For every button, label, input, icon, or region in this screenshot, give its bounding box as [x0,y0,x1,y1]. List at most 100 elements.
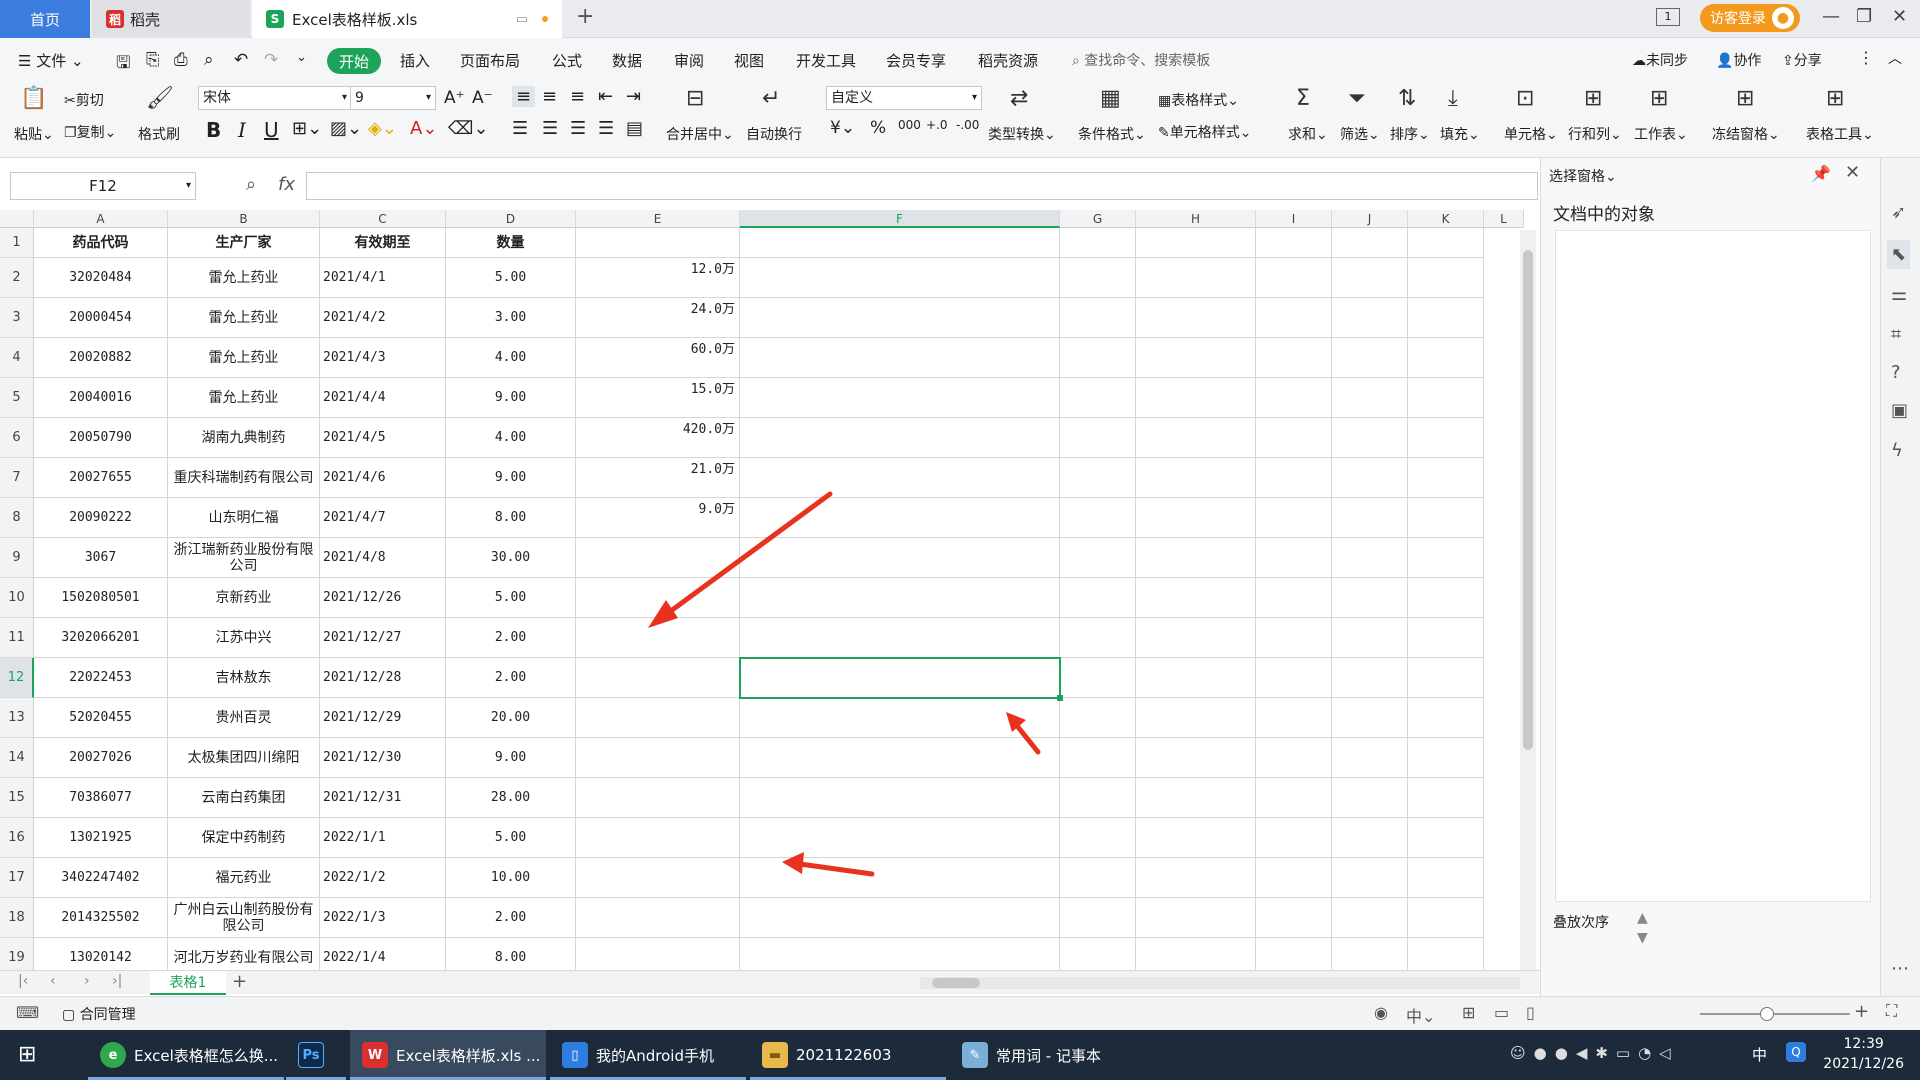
more-options-icon[interactable]: ⋯ [1891,958,1909,979]
clear-format-icon[interactable]: ⌫⌄ [448,118,489,139]
table-cell[interactable]: 9.0万 [576,498,740,538]
zoom-formula-icon[interactable]: ⌕ [246,174,256,195]
ime-indicator[interactable]: 中 [1752,1044,1767,1065]
table-tools-icon[interactable]: ⊞ [1826,86,1844,111]
column-header-b[interactable]: B [168,210,320,228]
table-cell[interactable]: 9.00 [446,378,576,418]
table-cell[interactable]: 2021/4/5 [320,418,446,458]
first-sheet-icon[interactable]: |‹ [18,973,28,989]
table-cell[interactable]: 20027026 [34,738,168,778]
copy-button[interactable]: ❐复制⌄ [64,122,116,142]
table-cell[interactable] [576,538,740,578]
freeze-panes-button[interactable]: 冻结窗格⌄ [1712,124,1780,144]
table-cell[interactable]: 2021/12/28 [320,658,446,698]
merge-center-button[interactable]: 合并居中⌄ [666,124,734,144]
cell[interactable] [576,228,740,258]
row-header[interactable]: 1 [0,228,34,258]
filter-icon[interactable]: ⏷ [1348,86,1366,111]
worksheet-button[interactable]: 工作表⌄ [1634,124,1688,144]
merge-center-icon[interactable]: ⊟ [686,86,704,111]
wrap-text-icon[interactable]: ↵ [762,86,780,111]
table-cell[interactable]: 3.00 [446,298,576,338]
decrease-decimal-icon[interactable]: -.00 [956,118,979,132]
redo-icon[interactable]: ↷ [264,50,278,70]
table-cell[interactable]: 河北万岁药业有限公司 [168,938,320,970]
table-cell[interactable] [576,658,740,698]
image-icon[interactable]: ▣ [1891,400,1908,421]
zoom-slider[interactable] [1700,1007,1850,1021]
table-cell[interactable]: 20020882 [34,338,168,378]
table-cell[interactable]: 2021/12/31 [320,778,446,818]
table-cell[interactable] [576,858,740,898]
fill-button[interactable]: 填充⌄ [1440,124,1480,144]
vertical-scroll-thumb[interactable] [1523,250,1533,750]
table-cell[interactable]: 2.00 [446,898,576,938]
table-cell[interactable]: 吉林敖东 [168,658,320,698]
column-header-e[interactable]: E [576,210,740,228]
share-button[interactable]: ⇪分享 [1782,50,1822,70]
taskbar-item-folder[interactable]: ▬ 2021122603 [750,1030,946,1080]
vertical-scrollbar[interactable] [1520,230,1536,970]
conditional-format-icon[interactable]: ▦ [1100,86,1121,111]
undo-icon[interactable]: ↶ [234,50,248,70]
start-button[interactable]: ⊞ [18,1042,36,1067]
row-header[interactable]: 10 [0,578,34,618]
row-header[interactable]: 19 [0,938,34,970]
command-search[interactable]: ⌕ 查找命令、搜索模板 [1072,50,1210,70]
table-cell[interactable]: 2014325502 [34,898,168,938]
table-cell[interactable]: 30.00 [446,538,576,578]
table-cell[interactable]: 3067 [34,538,168,578]
table-cell[interactable]: 8.00 [446,938,576,970]
sort-icon[interactable]: ⇅ [1398,86,1416,111]
pin-icon[interactable]: 📌 [1811,164,1831,183]
column-header-g[interactable]: G [1060,210,1136,228]
type-convert-button[interactable]: 类型转换⌄ [988,124,1056,144]
table-style-button[interactable]: ▦表格样式⌄ [1158,90,1239,110]
page-layout-view-icon[interactable]: ▭ [1494,1003,1509,1022]
decrease-font-icon[interactable]: A⁻ [472,88,493,108]
table-cell[interactable]: 2021/4/6 [320,458,446,498]
taskbar-item-wps[interactable]: W Excel表格样板.xls ... [350,1030,546,1080]
align-right-icon[interactable]: ☰ [570,118,586,139]
table-cell[interactable]: 浙江瑞新药业股份有限公司 [168,538,320,578]
table-cell[interactable] [576,818,740,858]
table-cell[interactable]: 2021/4/8 [320,538,446,578]
normal-view-icon[interactable]: ⊞ [1462,1003,1475,1022]
close-button[interactable]: ✕ [1892,6,1907,27]
bold-icon[interactable]: B [206,118,221,142]
font-name-select[interactable]: 宋体 ▾ [198,86,352,110]
name-box[interactable]: F12 ▾ [10,172,196,200]
table-cell[interactable]: 2021/4/1 [320,258,446,298]
conditional-format-button[interactable]: 条件格式⌄ [1078,124,1146,144]
close-pane-icon[interactable]: ✕ [1845,162,1860,183]
table-cell[interactable]: 5.00 [446,818,576,858]
print-preview-icon[interactable]: ⌕ [204,50,214,70]
table-cell[interactable]: 5.00 [446,258,576,298]
last-sheet-icon[interactable]: ›| [112,973,122,989]
header-cell[interactable]: 有效期至 [320,228,446,258]
table-cell[interactable]: 20040016 [34,378,168,418]
table-cell[interactable]: 2021/4/4 [320,378,446,418]
table-cell[interactable]: 20027655 [34,458,168,498]
italic-icon[interactable]: I [238,118,246,142]
menu-page-layout[interactable]: 页面布局 [460,50,520,71]
table-cell[interactable]: 2022/1/1 [320,818,446,858]
row-col-button[interactable]: 行和列⌄ [1568,124,1622,144]
table-cell[interactable]: 2.00 [446,658,576,698]
align-left-icon[interactable]: ☰ [512,118,528,139]
currency-icon[interactable]: ¥⌄ [830,118,855,138]
thousands-icon[interactable]: 000 [898,118,921,132]
row-col-icon[interactable]: ⊞ [1584,86,1602,111]
table-cell[interactable]: 70386077 [34,778,168,818]
table-cell[interactable] [576,698,740,738]
clock[interactable]: 12:39 2021/12/26 [1823,1034,1904,1074]
next-sheet-icon[interactable]: › [84,973,90,989]
row-header[interactable]: 2 [0,258,34,298]
indent-decrease-icon[interactable]: ⇤ [598,86,613,107]
select-cursor-icon[interactable]: ⬉ [1887,240,1911,269]
row-header[interactable]: 8 [0,498,34,538]
table-cell[interactable]: 雷允上药业 [168,378,320,418]
table-cell[interactable]: 2021/12/27 [320,618,446,658]
underline-icon[interactable]: U [264,118,279,142]
table-cell[interactable]: 2.00 [446,618,576,658]
